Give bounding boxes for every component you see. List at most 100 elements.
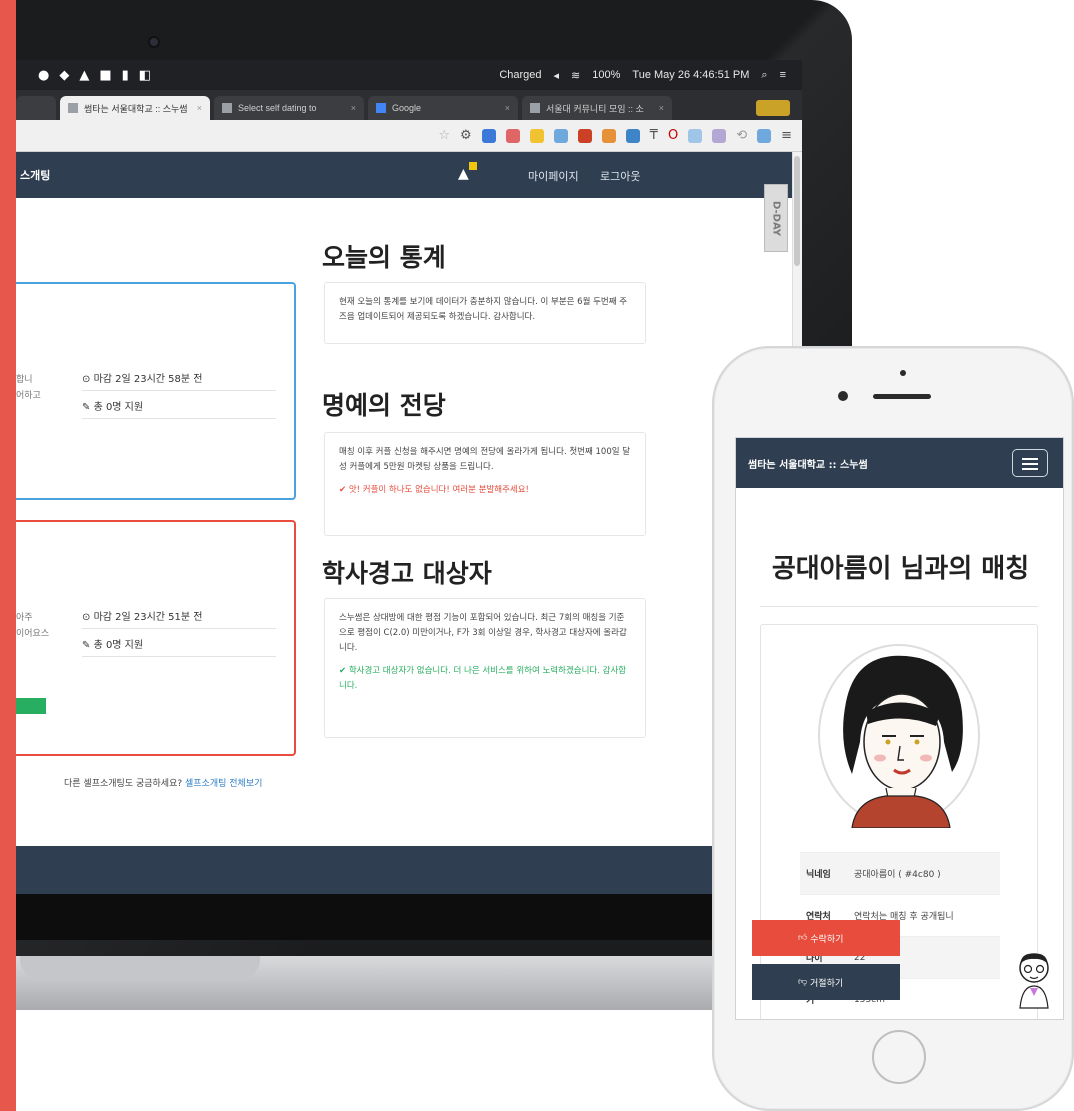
academic-warning-panel: 스누썸은 상대방에 대한 평점 기능이 포함되어 있습니다. 최근 7회의 매칭… <box>324 598 646 738</box>
laptop-camera <box>148 36 160 48</box>
charged-label[interactable]: Charged <box>499 69 541 81</box>
more-self-dates-row: 다른 셀프소개팅도 궁금하세요? 셀프소개팅 전체보기 <box>64 776 262 789</box>
hall-of-fame-note: ✔ 앗! 커플이 하나도 없습니다! 여러분 분발해주세요! <box>339 484 529 495</box>
deadline-label: ⊙ 마감 2일 23시간 51분 전 <box>82 612 203 623</box>
extension-icon[interactable] <box>757 128 772 143</box>
deadline-label: ⊙ 마감 2일 23시간 58분 전 <box>82 374 203 385</box>
favicon-icon <box>530 103 540 113</box>
phone-home-button[interactable] <box>872 1030 926 1084</box>
accept-label: 수락하기 <box>810 934 844 945</box>
self-date-card[interactable] <box>16 520 296 756</box>
hamburger-menu-icon[interactable] <box>1012 449 1048 477</box>
status-icon[interactable]: ● <box>38 68 49 83</box>
tab-label: Google <box>392 103 422 113</box>
browser-tab[interactable] <box>16 96 56 120</box>
volume-icon[interactable]: ◂ <box>554 69 560 82</box>
self-date-card[interactable] <box>16 282 296 500</box>
profile-portrait-illustration <box>818 644 980 828</box>
thumbs-up-icon: 👍︎ <box>798 933 808 943</box>
phone-speaker <box>873 394 931 399</box>
info-key: 닉네임 <box>806 870 831 880</box>
applicant-count: ✎ 총 0명 지원 <box>82 640 144 651</box>
tab-label: 썸타는 서울대학교 :: 스누썸 <box>84 103 188 114</box>
menubar-status: Charged ◂ ≋ 100% Tue May 26 4:46:51 PM ⌕… <box>499 69 802 82</box>
scrollbar-thumb[interactable] <box>794 156 800 266</box>
mobile-brand[interactable]: 썸타는 서울대학교 :: 스누썸 <box>748 456 868 471</box>
close-icon[interactable]: × <box>659 103 664 113</box>
status-icon[interactable]: ▲ <box>79 68 89 83</box>
status-icon[interactable]: ■ <box>99 68 111 83</box>
laptop-notch <box>20 956 260 978</box>
status-icon[interactable]: ◆ <box>59 68 69 83</box>
divider <box>82 656 276 657</box>
browser-tab[interactable]: 서울대 커뮤니티 모임 :: 소 × <box>522 96 672 120</box>
stats-body: 현재 오늘의 통계를 보기에 데이터가 충분하지 않습니다. 이 부분은 6월 … <box>339 297 628 322</box>
browser-tab[interactable]: Google × <box>368 96 518 120</box>
close-icon[interactable]: × <box>505 103 510 113</box>
extension-icon[interactable] <box>553 128 568 143</box>
browser-tab[interactable]: Select self dating to × <box>214 96 364 120</box>
favicon-icon <box>68 103 78 113</box>
deadline-text: 마감 2일 23시간 58분 전 <box>93 374 203 385</box>
extension-icon[interactable] <box>601 128 616 143</box>
gear-icon[interactable]: ⚙ <box>460 128 472 143</box>
divider <box>82 418 276 419</box>
more-self-dates-text: 다른 셀프소개팅도 궁금하세요? <box>64 779 183 789</box>
bell-icon[interactable]: ▲ <box>458 166 469 182</box>
clock-label[interactable]: Tue May 26 4:46:51 PM <box>632 69 749 81</box>
extension-icon[interactable] <box>712 128 727 143</box>
list-icon[interactable]: ≡ <box>780 69 786 81</box>
card-desc-fragment: 이어요스 <box>16 629 50 639</box>
laptop-screen: ● ◆ ▲ ■ ▮ ◧ Charged ◂ ≋ 100% Tue May 26 … <box>16 60 802 940</box>
site-brand[interactable]: 스개팅 <box>16 167 50 183</box>
wifi-icon[interactable]: ≋ <box>571 69 580 82</box>
extension-icon[interactable] <box>481 128 496 143</box>
site-footer <box>16 846 792 894</box>
close-icon[interactable]: × <box>197 103 202 113</box>
reject-button[interactable]: 👎︎ 거절하기 <box>752 964 900 1000</box>
product-mockup-scene: ● ◆ ▲ ■ ▮ ◧ Charged ◂ ≋ 100% Tue May 26 … <box>0 0 1074 1111</box>
status-icon[interactable]: ▮ <box>122 68 129 83</box>
match-heading: 공대아름이 님과의 매칭 <box>771 554 1030 584</box>
google-favicon-icon <box>376 103 386 113</box>
extension-icon[interactable]: O <box>668 128 678 143</box>
hall-of-fame-body: 매칭 이후 커플 신청을 해주시면 명예의 전당에 올라가게 됩니다. 첫번째 … <box>339 447 631 472</box>
side-floating-tab[interactable]: D-DAY <box>764 184 788 252</box>
extension-icon[interactable]: ⟲ <box>736 128 747 143</box>
menu-icon[interactable]: ≡ <box>781 128 792 143</box>
view-all-self-dates-link[interactable]: 셀프소개팅 전체보기 <box>185 779 262 789</box>
mail-icon[interactable] <box>577 128 592 143</box>
star-icon[interactable]: ☆ <box>438 128 450 143</box>
status-icon[interactable]: ◧ <box>139 68 151 83</box>
divider <box>82 628 276 629</box>
battery-label[interactable]: 100% <box>592 69 620 81</box>
phone-sensor <box>900 370 906 376</box>
extension-icon[interactable]: ₸ <box>650 128 658 143</box>
profile-warning-button[interactable] <box>756 100 790 116</box>
accept-button[interactable]: 👍︎ 수락하기 <box>752 920 900 956</box>
deadline-text: 마감 2일 23시간 51분 전 <box>93 612 203 623</box>
site-navbar: 스개팅 ▲ 마이페이지 로그아웃 <box>16 152 792 198</box>
section-title-academic-warning: 학사경고 대상자 <box>322 559 492 588</box>
screen-bottom-bezel <box>16 894 802 940</box>
tab-label: Select self dating to <box>238 103 317 113</box>
extension-icon[interactable] <box>688 128 703 143</box>
phone-screen: 썸타는 서울대학교 :: 스누썸 공대아름이 님과의 매칭 닉네임 공대아름이 … <box>735 437 1064 1020</box>
divider <box>82 390 276 391</box>
browser-tab-active[interactable]: 썸타는 서울대학교 :: 스누썸 × <box>60 96 210 120</box>
nav-link-mypage[interactable]: 마이페이지 <box>528 168 579 184</box>
search-icon[interactable]: ⌕ <box>761 69 767 82</box>
applicant-count: ✎ 총 0명 지원 <box>82 402 144 413</box>
phone-front-camera <box>838 391 848 401</box>
extension-icon[interactable] <box>529 128 544 143</box>
academic-warning-note: ✔ 학사경고 대상자가 없습니다. 더 나은 서비스를 위하여 노력하겠습니다.… <box>339 665 627 691</box>
nav-link-logout[interactable]: 로그아웃 <box>600 168 640 184</box>
extension-icon[interactable] <box>625 128 640 143</box>
mascot-chat-icon[interactable] <box>1014 950 1054 1010</box>
extension-icon[interactable] <box>505 128 520 143</box>
red-side-strip <box>0 0 16 1111</box>
card-desc-fragment: 합니 <box>16 375 33 385</box>
favicon-icon <box>222 103 232 113</box>
reject-label: 거절하기 <box>810 978 844 989</box>
close-icon[interactable]: × <box>351 103 356 113</box>
